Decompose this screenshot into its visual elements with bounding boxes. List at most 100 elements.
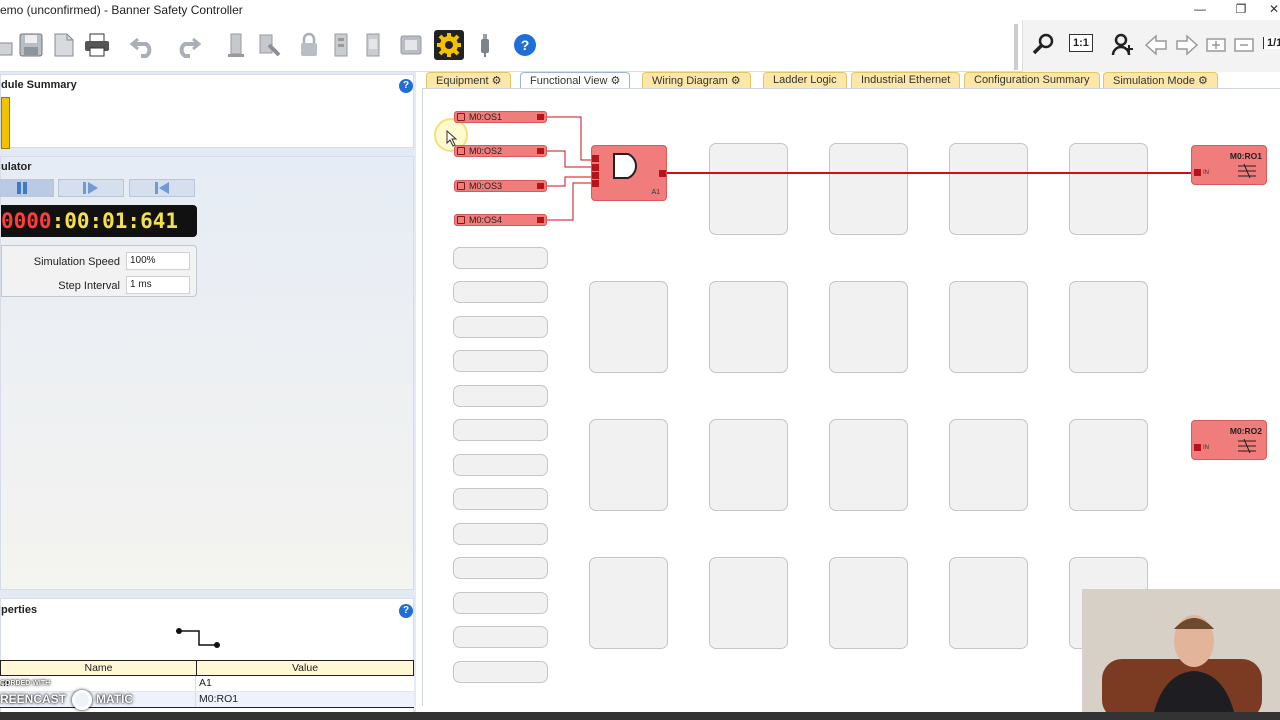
output-block-ro1[interactable]: M0:RO1 IN — [1191, 145, 1267, 185]
device-icon[interactable] — [326, 30, 356, 60]
output-terminal — [537, 148, 544, 154]
close-button[interactable]: ✕ — [1268, 2, 1280, 18]
taskbar-strip — [0, 712, 1280, 720]
page-indicator: 1/1 — [1263, 37, 1280, 49]
remove-page-icon[interactable] — [1229, 30, 1259, 60]
help-icon[interactable]: ? — [399, 79, 413, 93]
save-icon[interactable] — [16, 30, 46, 60]
input-block-os3[interactable]: M0:OS3 — [454, 180, 547, 192]
tab-wiring-diagram[interactable]: Wiring Diagram ⚙ — [642, 72, 751, 88]
input-device-icon — [457, 182, 465, 190]
connection-wire-icon — [176, 628, 220, 648]
usb-icon[interactable] — [470, 30, 500, 60]
input-label: M0:OS1 — [469, 112, 503, 122]
open-icon[interactable] — [0, 30, 16, 60]
wire-os1 — [546, 116, 593, 161]
pin-label: IN — [1203, 170, 1209, 176]
controller-module-icon[interactable] — [1, 97, 10, 149]
lock-icon[interactable] — [294, 30, 324, 60]
simulator-title: ulator — [1, 161, 32, 173]
input-label: M0:OS3 — [469, 181, 503, 191]
help-icon[interactable]: ? — [399, 604, 413, 618]
toolbar-separator — [1014, 24, 1018, 70]
tab-label: Functional View — [530, 75, 608, 87]
gear-icon: ⚙ — [491, 75, 502, 87]
zoom-actual-size-button[interactable]: 1:1 — [1069, 34, 1093, 52]
tab-ladder-logic[interactable]: Ladder Logic — [763, 72, 847, 88]
input-block-os1[interactable]: M0:OS1 — [454, 111, 547, 123]
window-title: emo (unconfirmed) - Banner Safety Contro… — [0, 3, 243, 17]
input-block-os4[interactable]: M0:OS4 — [454, 214, 547, 226]
input-block-os2[interactable]: M0:OS2 — [454, 145, 547, 157]
input-terminal — [1194, 169, 1201, 176]
tab-label: Equipment — [436, 75, 489, 87]
title-bar: emo (unconfirmed) - Banner Safety Contro… — [0, 0, 1280, 20]
screencast-watermark: CORDED WITH REENCAST MATIC — [0, 680, 150, 712]
and-logic-block[interactable]: A1 — [591, 145, 667, 201]
tab-label: Ladder Logic — [773, 74, 837, 86]
tab-configuration-summary[interactable]: Configuration Summary — [964, 72, 1100, 88]
and-gate-icon — [613, 153, 637, 179]
add-page-icon[interactable] — [1201, 30, 1231, 60]
output-block-ro2[interactable]: M0:RO2 IN — [1191, 420, 1267, 460]
input-terminal — [592, 180, 599, 187]
undo-icon[interactable] — [128, 30, 158, 60]
arrow-right-icon[interactable] — [1172, 30, 1202, 60]
step-play-button[interactable] — [58, 179, 124, 197]
tab-simulation-mode[interactable]: Simulation Mode ⚙ — [1103, 72, 1218, 88]
input-terminal — [592, 155, 599, 162]
view-tabs: Equipment ⚙ Functional View ⚙ Wiring Diagr… — [422, 72, 1280, 89]
restore-button[interactable]: ❐ — [1231, 2, 1251, 18]
simulation-speed-label: Simulation Speed — [33, 256, 120, 268]
zoom-icon[interactable] — [1029, 30, 1059, 60]
arrow-left-icon[interactable] — [1141, 30, 1171, 60]
module-summary-pane: dule Summary ? — [0, 74, 414, 149]
add-user-icon[interactable] — [1106, 30, 1136, 60]
skip-back-icon — [155, 182, 169, 194]
input-terminal — [1194, 444, 1201, 451]
tab-industrial-ethernet[interactable]: Industrial Ethernet — [851, 72, 961, 88]
simulator-pane: ulator 0000:00:01:641 Simulation Speed 1… — [0, 156, 414, 590]
help-icon[interactable]: ? — [510, 30, 540, 60]
settings-gear-icon[interactable] — [434, 30, 464, 60]
module-icon[interactable] — [221, 30, 251, 60]
tools-icon[interactable] — [254, 30, 284, 60]
input-terminal — [592, 164, 599, 171]
network-icon[interactable] — [396, 30, 426, 60]
output-label: M0:RO1 — [1229, 151, 1262, 161]
input-device-icon — [457, 113, 465, 121]
step-interval-select[interactable]: 1 ms — [126, 276, 190, 294]
simulation-clock: 0000:00:01:641 — [1, 205, 197, 237]
tab-label: Wiring Diagram — [652, 75, 728, 87]
reset-button[interactable] — [129, 179, 195, 197]
pause-button[interactable] — [0, 179, 54, 197]
module-summary-title: dule Summary — [1, 79, 77, 91]
view-toolbar: 1:1 1/1 — [1022, 20, 1280, 72]
output-label: M0:RO2 — [1229, 426, 1262, 436]
svg-text:?: ? — [521, 37, 530, 53]
controller-icon[interactable] — [358, 30, 388, 60]
watermark-line2: REENCAST — [0, 692, 67, 706]
output-terminal — [537, 183, 544, 189]
simulation-speed-select[interactable]: 100% — [126, 252, 190, 270]
input-label: M0:OS2 — [469, 146, 503, 156]
gear-icon: ⚙ — [610, 75, 621, 87]
watermark-line3: MATIC — [96, 692, 134, 706]
print-icon[interactable] — [82, 30, 112, 60]
column-header-value: Value — [291, 662, 319, 674]
tab-label: Simulation Mode — [1113, 75, 1195, 87]
properties-title: perties — [1, 604, 38, 616]
wire-os3 — [546, 176, 593, 187]
save-as-icon[interactable] — [49, 30, 79, 60]
properties-table-header: Name Value — [0, 660, 414, 676]
tab-equipment[interactable]: Equipment ⚙ — [426, 72, 512, 88]
redo-icon[interactable] — [173, 30, 203, 60]
column-header-name: Name — [1, 661, 197, 675]
minimize-button[interactable]: — — [1190, 2, 1210, 18]
pause-icon — [16, 182, 27, 194]
pin-label: IN — [1203, 445, 1209, 451]
input-device-icon — [457, 147, 465, 155]
tab-functional-view[interactable]: Functional View ⚙ — [520, 72, 631, 89]
relay-output-icon — [1238, 438, 1256, 454]
logic-block-label: A1 — [651, 189, 660, 196]
